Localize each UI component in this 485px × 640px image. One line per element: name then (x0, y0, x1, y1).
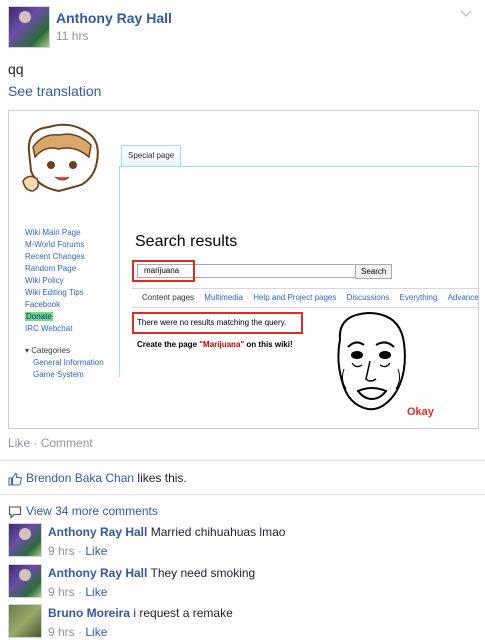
tab-content-pages: Content pages (142, 293, 195, 302)
tab-help-project: Help and Project pages (253, 293, 337, 302)
comment-like-button[interactable]: Like (85, 625, 107, 639)
thumbs-up-icon (8, 472, 22, 486)
wiki-sidebar-links: Wiki Main Page M-World Forums Recent Cha… (25, 227, 85, 335)
categories-label: Categories (31, 346, 70, 355)
sidebar-link: IRC Webchat (25, 324, 73, 333)
author-name[interactable]: Anthony Ray Hall (56, 10, 172, 26)
create-page-line: Create the page "Marijuana" on this wiki… (137, 340, 293, 349)
category-link: General Information (33, 358, 104, 367)
sidebar-link: Wiki Policy (25, 276, 64, 285)
comment-bubble-icon (8, 506, 22, 519)
sidebar-link: Wiki Main Page (25, 228, 81, 237)
post-image[interactable]: Special page Wiki Main Page M-World Foru… (8, 110, 479, 429)
actions-separator: · (30, 436, 41, 450)
comment-like-button[interactable]: Like (85, 585, 107, 599)
okay-caption: Okay (407, 406, 434, 418)
sidebar-link: Facebook (25, 300, 61, 309)
comment-like-button[interactable]: Like (85, 544, 107, 558)
wiki-categories: ▾ Categories General Information Game Sy… (25, 345, 104, 381)
sidebar-link: Random Page (25, 264, 77, 273)
commenter-avatar[interactable] (8, 604, 42, 638)
commenter-avatar[interactable] (8, 564, 42, 598)
commenter-name[interactable]: Anthony Ray Hall (48, 525, 147, 539)
search-results-title: Search results (135, 233, 238, 250)
post-actions: Like · Comment (8, 436, 93, 450)
wiki-search-button: Search (355, 264, 393, 279)
chevron-down-icon[interactable] (459, 6, 473, 20)
post-text: qq (8, 61, 24, 77)
likes-summary: Brendon Baka Chan likes this. (8, 470, 187, 486)
okay-meme-face (337, 311, 406, 411)
category-link: Game System (33, 370, 84, 379)
no-results-highlight-box (132, 312, 303, 334)
divider (0, 494, 485, 495)
sidebar-link: Recent Changes (25, 252, 85, 261)
post-timestamp[interactable]: 11 hrs (56, 29, 88, 43)
comment-text: They need smoking (150, 566, 256, 580)
tab-advanced: Advanced (447, 293, 479, 302)
comment-item: Anthony Ray Hall They need smoking 9 hrs… (8, 564, 478, 600)
comment-text: Married chihuahuas lmao (150, 525, 286, 539)
comment-button[interactable]: Comment (41, 436, 93, 450)
tab-everything: Everything (399, 293, 438, 302)
sidebar-link-donate: Donate (25, 312, 53, 321)
comment-item: Bruno Moreira i request a remake 9 hrs ·… (8, 604, 478, 640)
comment-time[interactable]: 9 hrs (48, 544, 75, 558)
like-button[interactable]: Like (8, 436, 30, 450)
comment-text: i request a remake (133, 606, 233, 620)
tab-discussions: Discussions (346, 293, 390, 302)
commenter-name[interactable]: Anthony Ray Hall (48, 566, 147, 580)
comment-item: Anthony Ray Hall Married chihuahuas lmao… (8, 523, 478, 559)
commenter-avatar[interactable] (8, 523, 42, 557)
wiki-logo-mascot (22, 123, 99, 193)
sidebar-link: Wiki Editing Tips (25, 288, 84, 297)
special-page-tab: Special page (121, 145, 182, 166)
search-highlight-box (132, 260, 195, 282)
comment-time[interactable]: 9 hrs (48, 585, 75, 599)
tab-multimedia: Multimedia (204, 293, 243, 302)
view-more-comments[interactable]: View 34 more comments (8, 503, 158, 519)
see-translation-link[interactable]: See translation (8, 83, 101, 99)
author-avatar[interactable] (8, 6, 50, 48)
sidebar-link: M-World Forums (25, 240, 85, 249)
view-more-comments-label[interactable]: View 34 more comments (26, 504, 158, 518)
liker-name[interactable]: Brendon Baka Chan (26, 471, 134, 485)
triangle-down-icon: ▾ (25, 346, 30, 355)
search-tabs: Content pages Multimedia Help and Projec… (132, 288, 479, 308)
comment-time[interactable]: 9 hrs (48, 625, 75, 639)
commenter-name[interactable]: Bruno Moreira (48, 606, 130, 620)
divider (0, 460, 485, 461)
likes-suffix: likes this. (134, 471, 187, 485)
